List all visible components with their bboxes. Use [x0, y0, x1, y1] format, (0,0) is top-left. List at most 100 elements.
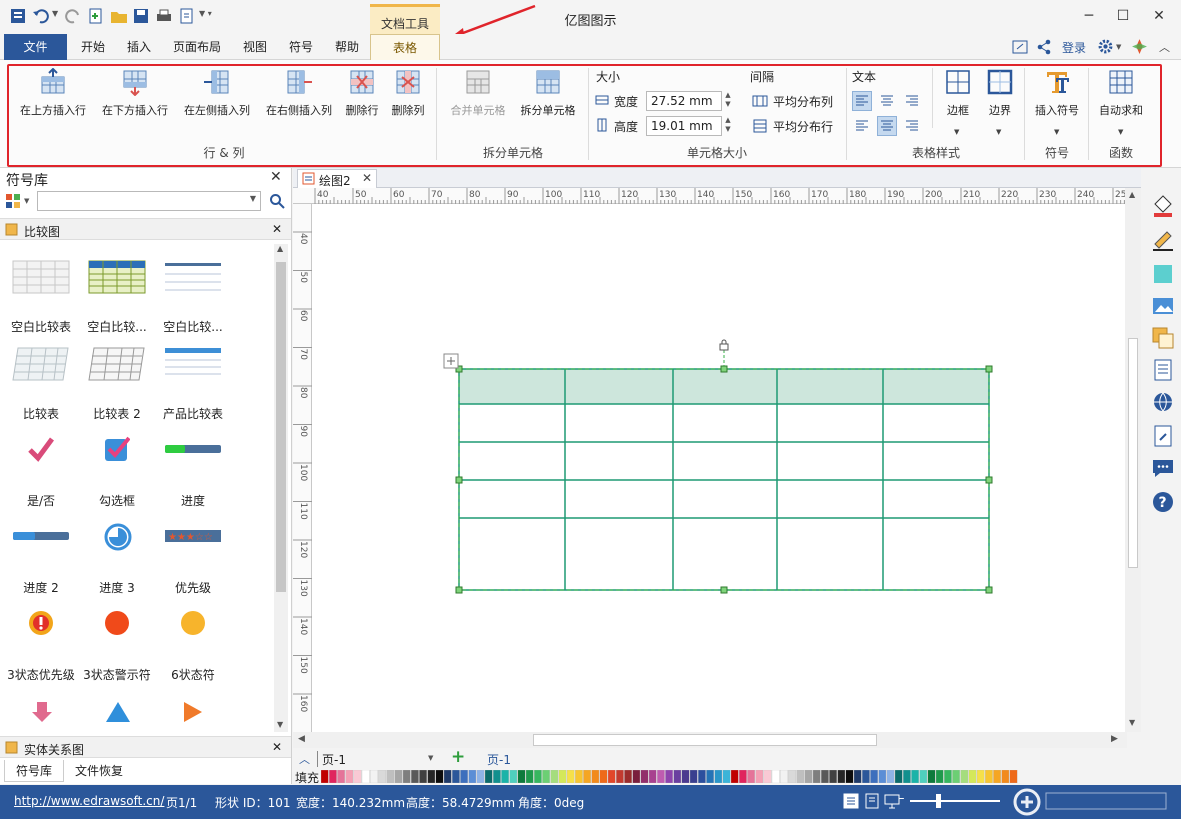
color-swatch[interactable]: [673, 770, 682, 783]
color-swatch[interactable]: [886, 770, 895, 783]
lib-item-blank-compare[interactable]: 空白比较表: [6, 256, 76, 340]
help-icon[interactable]: ?: [1151, 490, 1175, 514]
rotation-lock-icon[interactable]: [719, 339, 729, 351]
color-swatch[interactable]: [509, 770, 518, 783]
lib-item-checkbox[interactable]: 勾选框: [82, 430, 152, 514]
color-swatch[interactable]: [730, 770, 739, 783]
color-swatch[interactable]: [370, 770, 378, 783]
color-swatch[interactable]: [476, 770, 485, 783]
zoom-slider-thumb[interactable]: [936, 794, 941, 808]
color-swatch[interactable]: [484, 770, 493, 783]
export-icon[interactable]: [178, 7, 196, 25]
down-arrow-icon[interactable]: [30, 700, 54, 724]
color-swatch[interactable]: [525, 770, 534, 783]
color-swatch[interactable]: [845, 770, 854, 783]
library-scrollbar[interactable]: ▲ ▼: [274, 244, 288, 732]
zoom-out-icon[interactable]: –: [898, 792, 905, 805]
lib-item-progress[interactable]: 进度: [158, 430, 228, 514]
tab-file[interactable]: 文件: [4, 34, 67, 60]
color-swatch[interactable]: [722, 770, 731, 783]
color-swatch[interactable]: [1009, 770, 1018, 783]
color-swatch[interactable]: [640, 770, 649, 783]
page-view-icon[interactable]: [864, 793, 880, 809]
color-swatch[interactable]: [911, 770, 919, 783]
color-swatch[interactable]: [394, 770, 403, 783]
lib-item-3-state-priority[interactable]: 3状态优先级: [6, 604, 76, 688]
color-swatch[interactable]: [591, 770, 600, 783]
color-swatch[interactable]: [812, 770, 821, 783]
color-swatch[interactable]: [878, 770, 887, 783]
color-swatch[interactable]: [386, 770, 395, 783]
tab-view[interactable]: 视图: [234, 34, 276, 60]
color-swatch[interactable]: [837, 770, 846, 783]
lib-item-compare-table-2[interactable]: 比较表 2: [82, 343, 152, 427]
redo-icon[interactable]: [64, 7, 82, 25]
tab-symbol-library[interactable]: 符号库: [4, 760, 64, 782]
color-swatch[interactable]: [648, 770, 657, 783]
color-swatch[interactable]: [427, 770, 436, 783]
table-shape[interactable]: [312, 204, 1127, 732]
color-swatch[interactable]: [460, 770, 468, 783]
color-swatch[interactable]: [550, 770, 559, 783]
canvas-vscroll-thumb[interactable]: [1128, 338, 1138, 568]
color-swatch[interactable]: [927, 770, 936, 783]
color-swatch[interactable]: [632, 770, 641, 783]
color-swatch[interactable]: [558, 770, 567, 783]
color-swatch[interactable]: [1001, 770, 1010, 783]
color-swatch[interactable]: [698, 770, 706, 783]
color-swatch[interactable]: [935, 770, 944, 783]
right-triangle-icon[interactable]: [182, 700, 204, 724]
color-swatch[interactable]: [607, 770, 616, 783]
tab-home[interactable]: 开始: [72, 34, 114, 60]
scroll-up-icon[interactable]: ▲: [277, 244, 283, 253]
library-close-icon[interactable]: ✕: [270, 169, 282, 185]
triangle-icon[interactable]: [105, 700, 131, 724]
color-swatch[interactable]: [821, 770, 829, 783]
comment-icon[interactable]: [1151, 456, 1175, 480]
canvas-hscroll-thumb[interactable]: [533, 734, 877, 746]
zoom-slider[interactable]: –: [898, 792, 1000, 808]
theme-icon[interactable]: [1131, 38, 1148, 55]
color-swatch[interactable]: [747, 770, 755, 783]
color-swatch[interactable]: [919, 770, 928, 783]
category-close-icon[interactable]: ✕: [272, 740, 282, 754]
settings-dropdown-icon[interactable]: ▼: [1116, 43, 1121, 51]
color-swatch[interactable]: [985, 770, 993, 783]
lib-item-progress-2[interactable]: 进度 2: [6, 517, 76, 601]
color-swatch[interactable]: [534, 770, 542, 783]
page-select[interactable]: 页-1 ▼: [317, 751, 437, 767]
color-swatch[interactable]: [976, 770, 985, 783]
color-swatch[interactable]: [452, 770, 460, 783]
color-swatch[interactable]: [583, 770, 591, 783]
page-list-icon[interactable]: [1151, 358, 1175, 382]
share-icon[interactable]: [1036, 39, 1052, 55]
document-tab-close-icon[interactable]: ✕: [362, 171, 372, 185]
category-header[interactable]: 比较图 ✕: [0, 218, 291, 240]
scroll-down-icon[interactable]: ▼: [277, 720, 283, 729]
lib-item-priority[interactable]: ★★★☆☆ 优先级: [158, 517, 228, 601]
color-swatch[interactable]: [763, 770, 772, 783]
library-menu-dropdown-icon[interactable]: ▼: [24, 197, 29, 205]
color-swatch[interactable]: [870, 770, 878, 783]
maximize-button[interactable]: ☐: [1107, 5, 1139, 27]
collapse-ribbon-icon[interactable]: ︿: [1159, 39, 1170, 55]
scroll-left-icon[interactable]: ◀: [298, 734, 305, 744]
table-header-row[interactable]: [459, 369, 989, 404]
tab-help[interactable]: 帮助: [326, 34, 368, 60]
minimize-button[interactable]: ─: [1073, 5, 1105, 27]
library-menu-icon[interactable]: [5, 193, 21, 209]
lib-item-product-compare[interactable]: 产品比较表: [158, 343, 228, 427]
fill-bucket-icon[interactable]: [1151, 194, 1175, 218]
lib-item-yes-no[interactable]: 是/否: [6, 430, 76, 514]
color-swatch[interactable]: [706, 770, 714, 783]
add-page-icon[interactable]: +: [451, 747, 465, 767]
line-style-icon[interactable]: [1151, 228, 1175, 252]
share-window-icon[interactable]: [1012, 39, 1028, 55]
layers-icon[interactable]: [1151, 326, 1175, 350]
color-swatch[interactable]: [353, 770, 362, 783]
color-swatch[interactable]: [771, 770, 780, 783]
lib-item-blank-compare-lines[interactable]: 空白比较...: [158, 256, 228, 340]
drawing-canvas[interactable]: ▲ ▼: [312, 188, 1141, 732]
color-swatch[interactable]: [411, 770, 419, 783]
normal-view-icon[interactable]: [843, 793, 859, 809]
